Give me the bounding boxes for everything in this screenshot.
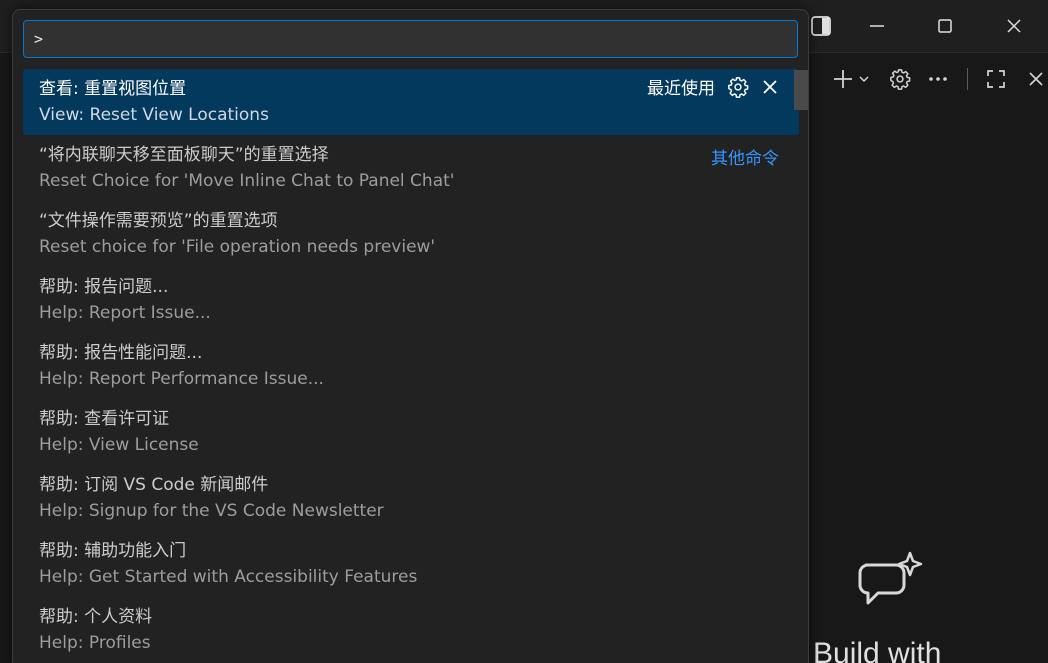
command-list: 查看: 重置视图位置 View: Reset View Locations 最近…: [23, 69, 799, 663]
command-label: 帮助: 报告问题...: [39, 277, 169, 297]
ellipsis-icon: [929, 77, 947, 81]
new-chat-button[interactable]: [828, 65, 874, 93]
command-list-scrollbar[interactable]: [794, 70, 808, 110]
command-label: “将内联聊天移至面板聊天”的重置选择: [39, 145, 329, 165]
command-label: 帮助: 报告性能问题...: [39, 343, 203, 363]
command-label: “文件操作需要预览”的重置选项: [39, 211, 278, 231]
close-window-button[interactable]: [999, 11, 1029, 41]
maximize-icon: [987, 70, 1005, 88]
chevron-down-icon: [859, 76, 869, 83]
remove-from-recent-button[interactable]: [761, 78, 779, 96]
plus-icon: [834, 70, 852, 88]
chat-panel: Build with: [808, 105, 1048, 663]
command-item-report-issue[interactable]: 帮助: 报告问题... Help: Report Issue...: [23, 267, 799, 333]
command-detail: Help: Report Performance Issue...: [39, 369, 324, 389]
command-detail: Help: Profiles: [39, 633, 151, 653]
vscode-window: Build with 查看: 重置视图位置 View: Reset View L…: [0, 0, 1048, 663]
close-icon: [763, 79, 777, 94]
close-icon: [1007, 19, 1021, 33]
close-chat-button[interactable]: [1024, 65, 1048, 93]
chat-welcome-title: Build with: [813, 637, 942, 663]
restore-icon: [938, 19, 952, 33]
minimize-window-button[interactable]: [862, 11, 892, 41]
command-detail: Help: Report Issue...: [39, 303, 211, 323]
command-detail: Reset choice for 'File operation needs p…: [39, 237, 436, 257]
restore-window-button[interactable]: [930, 11, 960, 41]
maximize-chat-button[interactable]: [984, 65, 1008, 93]
command-item-reset-file-preview-choice[interactable]: “文件操作需要预览”的重置选项 Reset choice for 'File o…: [23, 201, 799, 267]
gear-icon: [890, 69, 911, 90]
recently-used-badge: 最近使用: [647, 79, 715, 99]
chat-sparkle-icon: [858, 551, 923, 605]
command-palette: 查看: 重置视图位置 View: Reset View Locations 最近…: [12, 9, 809, 663]
command-item-reset-inline-chat-choice[interactable]: “将内联聊天移至面板聊天”的重置选择 Reset Choice for 'Mov…: [23, 135, 799, 201]
command-palette-input[interactable]: [23, 20, 798, 58]
panel-layout-icon: [811, 16, 831, 36]
command-item-report-performance-issue[interactable]: 帮助: 报告性能问题... Help: Report Performance I…: [23, 333, 799, 399]
command-detail: Help: Signup for the VS Code Newsletter: [39, 501, 384, 521]
command-item-profiles[interactable]: 帮助: 个人资料 Help: Profiles: [23, 597, 799, 663]
toolbar-separator: [967, 68, 968, 90]
command-label: 帮助: 查看许可证: [39, 409, 170, 429]
command-item-accessibility-features[interactable]: 帮助: 辅助功能入门 Help: Get Started with Access…: [23, 531, 799, 597]
command-detail: Help: Get Started with Accessibility Fea…: [39, 567, 418, 587]
chat-settings-button[interactable]: [888, 65, 912, 93]
chat-toolbar: [808, 53, 1048, 105]
command-detail: Reset Choice for 'Move Inline Chat to Pa…: [39, 171, 455, 191]
command-item-view-license[interactable]: 帮助: 查看许可证 Help: View License: [23, 399, 799, 465]
command-detail: Help: View License: [39, 435, 199, 455]
command-label: 查看: 重置视图位置: [39, 79, 187, 99]
minimize-icon: [870, 25, 884, 27]
gear-icon: [728, 76, 749, 98]
more-actions-button[interactable]: [926, 65, 950, 93]
command-item-newsletter-signup[interactable]: 帮助: 订阅 VS Code 新闻邮件 Help: Signup for the…: [23, 465, 799, 531]
command-detail: View: Reset View Locations: [39, 105, 269, 125]
command-label: 帮助: 辅助功能入门: [39, 541, 187, 561]
command-label: 帮助: 个人资料: [39, 607, 153, 627]
command-item-reset-view-locations[interactable]: 查看: 重置视图位置 View: Reset View Locations 最近…: [23, 69, 799, 135]
other-commands-group-label: 其他命令: [711, 149, 779, 169]
toggle-secondary-sidebar-button[interactable]: [806, 11, 836, 41]
configure-keybinding-button[interactable]: [727, 76, 749, 98]
command-label: 帮助: 订阅 VS Code 新闻邮件: [39, 475, 269, 495]
close-icon: [1029, 72, 1043, 86]
command-item-actions: 最近使用: [647, 74, 779, 99]
